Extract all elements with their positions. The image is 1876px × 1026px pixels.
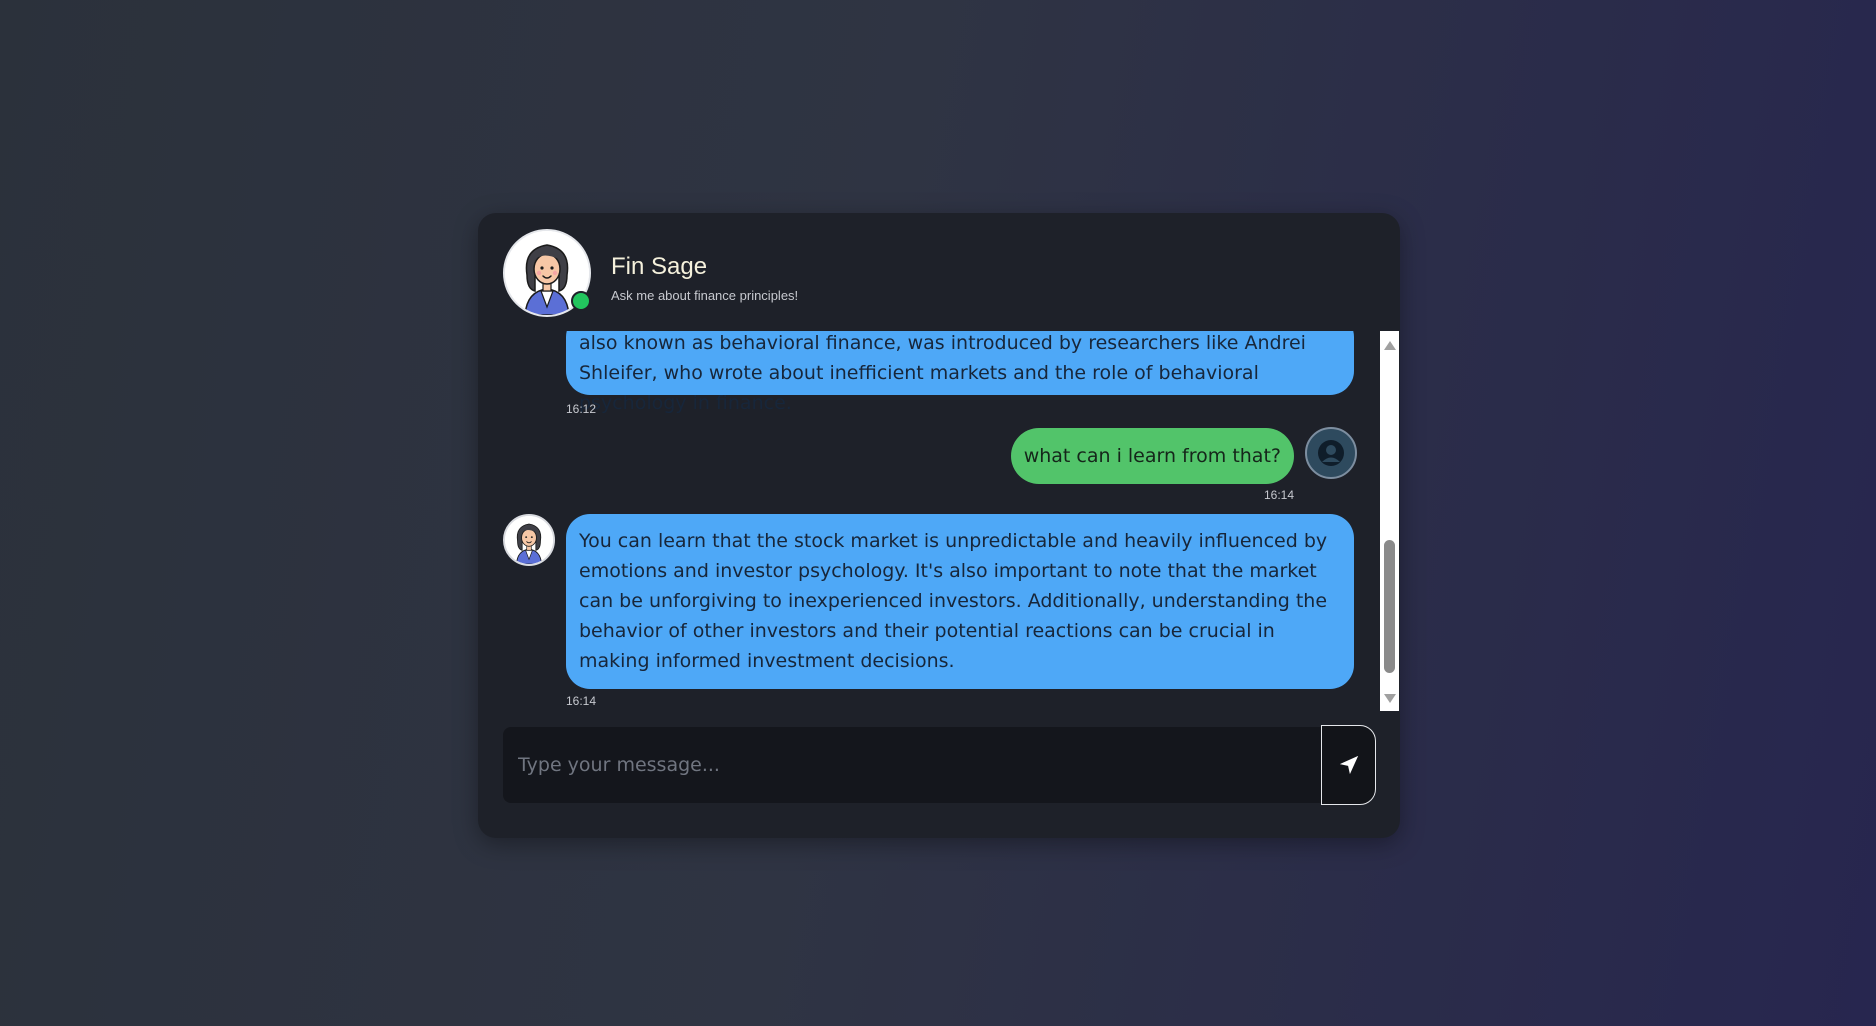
- scroll-up-arrow-icon[interactable]: [1384, 341, 1396, 350]
- female-advisor-avatar-icon: [505, 516, 553, 564]
- chat-window: Fin Sage Ask me about finance principles…: [478, 213, 1400, 838]
- send-button[interactable]: [1321, 725, 1376, 805]
- online-status-dot: [571, 291, 591, 311]
- bot-subtitle: Ask me about finance principles!: [611, 288, 799, 303]
- user-message: what can i learn from that?: [1010, 428, 1294, 484]
- message-timestamp: 16:14: [566, 694, 597, 708]
- bot-message: also known as behavioral finance, was in…: [566, 331, 1354, 414]
- message-timestamp: 16:14: [1264, 488, 1295, 502]
- bot-message-avatar: [503, 514, 555, 566]
- send-arrow-icon: [1339, 755, 1358, 775]
- message-scrollbar[interactable]: [1380, 331, 1399, 711]
- scroll-thumb[interactable]: [1384, 540, 1395, 673]
- message-list[interactable]: also known as behavioral finance, was in…: [478, 331, 1400, 711]
- message-input-bar: [503, 727, 1321, 803]
- scroll-down-arrow-icon[interactable]: [1384, 694, 1396, 703]
- bot-message: You can learn that the stock market is u…: [566, 514, 1354, 689]
- message-timestamp: 16:12: [566, 402, 597, 416]
- user-profile-icon: [1318, 440, 1344, 466]
- message-input[interactable]: [503, 727, 1321, 803]
- chat-header: Fin Sage Ask me about finance principles…: [503, 229, 1375, 319]
- user-avatar: [1305, 427, 1357, 479]
- bot-name: Fin Sage: [611, 253, 708, 280]
- bot-avatar: [503, 229, 591, 317]
